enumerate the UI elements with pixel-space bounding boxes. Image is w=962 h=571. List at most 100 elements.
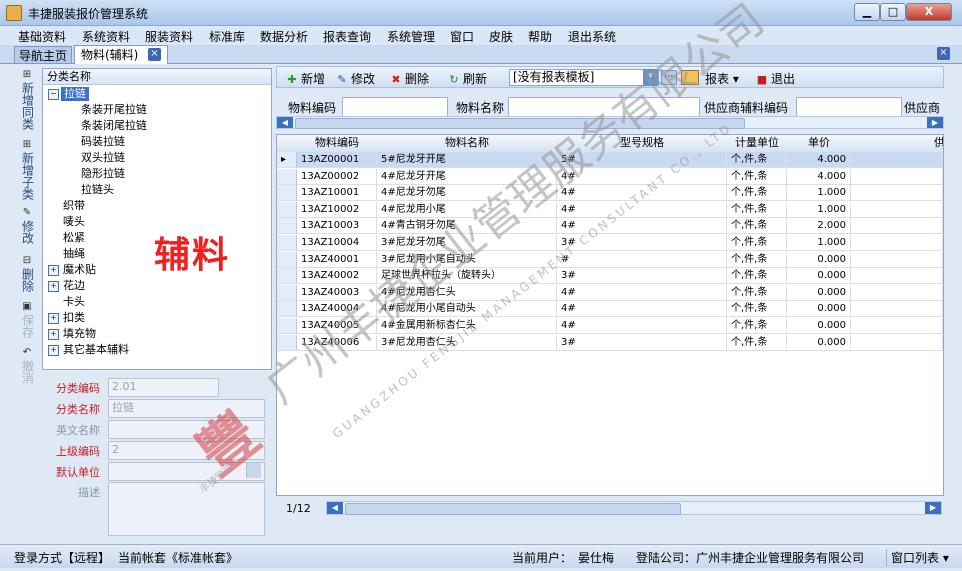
table-cell[interactable]: [851, 334, 943, 351]
menu-skin[interactable]: 皮肤: [489, 28, 513, 45]
tree-node[interactable]: 填充物: [63, 327, 96, 341]
table-cell[interactable]: [851, 201, 943, 218]
row-indicator[interactable]: [277, 235, 297, 251]
edit-toolbar-button[interactable]: ✎ 修改: [335, 70, 375, 87]
row-indicator[interactable]: [277, 251, 297, 268]
save-button[interactable]: ▣ 保存: [14, 302, 40, 341]
column-header[interactable]: 物料编码: [297, 135, 378, 153]
table-cell[interactable]: [851, 185, 943, 202]
menu-exit-system[interactable]: 退出系统: [568, 28, 616, 45]
menu-standard-library[interactable]: 标准库: [209, 28, 245, 45]
minimize-button[interactable]: ▁: [854, 3, 880, 21]
menu-system-management[interactable]: 系统管理: [387, 28, 435, 45]
scroll-right-icon[interactable]: ▶: [927, 117, 943, 128]
menu-system-data[interactable]: 系统资料: [82, 28, 130, 45]
close-window-button[interactable]: X: [906, 3, 952, 21]
table-cell[interactable]: [851, 152, 943, 168]
table-cell[interactable]: 个,件,条: [727, 185, 787, 202]
column-header[interactable]: 单价: [787, 135, 852, 153]
close-all-icon[interactable]: ×: [937, 47, 950, 60]
table-cell[interactable]: [851, 168, 943, 185]
supplier-code-input[interactable]: [796, 97, 902, 117]
row-indicator[interactable]: [277, 218, 297, 235]
table-row[interactable]: 13AZ10001 4#尼龙牙勿尾 4# 个,件,条 1.000: [277, 185, 943, 202]
menu-garment-data[interactable]: 服装资料: [145, 28, 193, 45]
tree-node[interactable]: 拉链头: [81, 183, 114, 197]
tree-node[interactable]: 隐形拉链: [81, 167, 125, 181]
table-cell[interactable]: 个,件,条: [727, 318, 787, 334]
table-cell[interactable]: 0.000: [787, 251, 851, 268]
tab-close-icon[interactable]: ×: [148, 48, 161, 61]
maximize-button[interactable]: □: [880, 3, 906, 21]
table-cell[interactable]: 4#: [557, 301, 727, 318]
column-header[interactable]: 计量单位: [727, 135, 788, 153]
table-cell[interactable]: 13AZ10003: [297, 218, 377, 235]
menu-basic-data[interactable]: 基础资料: [18, 28, 66, 45]
tab-home[interactable]: 导航主页: [14, 46, 72, 64]
table-cell[interactable]: [851, 301, 943, 318]
category-code-field[interactable]: 2.01: [108, 378, 219, 397]
tree-node[interactable]: 抽绳: [63, 247, 85, 261]
table-cell[interactable]: 0.000: [787, 334, 851, 351]
table-cell[interactable]: 个,件,条: [727, 268, 787, 285]
table-cell[interactable]: 4#: [557, 284, 727, 301]
column-header[interactable]: 供: [851, 135, 943, 153]
table-cell[interactable]: [851, 251, 943, 268]
tree-node[interactable]: 织带: [63, 199, 85, 213]
menu-data-analysis[interactable]: 数据分析: [260, 28, 308, 45]
table-cell[interactable]: [851, 268, 943, 285]
table-cell[interactable]: 2.000: [787, 218, 851, 235]
expand-icon[interactable]: +: [48, 329, 59, 340]
tree-node[interactable]: 卡头: [63, 295, 85, 309]
table-cell[interactable]: 0.000: [787, 301, 851, 318]
table-cell[interactable]: 个,件,条: [727, 284, 787, 301]
row-indicator[interactable]: [277, 268, 297, 285]
add-child-button[interactable]: ⊞ 新增子类: [14, 140, 40, 203]
tree-node[interactable]: 扣类: [63, 311, 85, 325]
table-cell[interactable]: 4.000: [787, 152, 851, 168]
row-indicator[interactable]: [277, 185, 297, 202]
table-cell[interactable]: 4#: [557, 318, 727, 334]
tree-node[interactable]: 码装拉链: [81, 135, 125, 149]
tree-node[interactable]: 花边: [63, 279, 85, 293]
row-indicator[interactable]: [277, 168, 297, 185]
table-cell[interactable]: 13AZ40001: [297, 251, 377, 268]
scrollbar-thumb[interactable]: [345, 503, 681, 515]
table-cell[interactable]: 13AZ00001: [297, 152, 377, 168]
table-cell[interactable]: 0.000: [787, 284, 851, 301]
collapse-icon[interactable]: −: [48, 89, 59, 100]
table-cell[interactable]: 个,件,条: [727, 168, 787, 185]
table-cell[interactable]: 个,件,条: [727, 235, 787, 251]
expand-icon[interactable]: +: [48, 345, 59, 356]
delete-toolbar-button[interactable]: ✖ 删除: [389, 70, 429, 87]
tree-node[interactable]: 条装开尾拉链: [81, 103, 147, 117]
table-cell[interactable]: 个,件,条: [727, 152, 787, 168]
table-cell[interactable]: 13AZ00002: [297, 168, 377, 185]
table-cell[interactable]: 个,件,条: [727, 201, 787, 218]
row-indicator[interactable]: [277, 284, 297, 301]
table-cell[interactable]: [851, 284, 943, 301]
scrollbar-thumb[interactable]: [295, 118, 745, 129]
table-cell[interactable]: 个,件,条: [727, 251, 787, 268]
tree-node[interactable]: 其它基本辅料: [63, 343, 129, 357]
edit-button[interactable]: ✎ 修改: [14, 208, 40, 247]
menu-window[interactable]: 窗口: [450, 28, 474, 45]
table-cell[interactable]: [851, 235, 943, 251]
table-cell[interactable]: 个,件,条: [727, 218, 787, 235]
scroll-left-icon[interactable]: ◀: [327, 502, 343, 514]
table-cell[interactable]: 4.000: [787, 168, 851, 185]
table-cell[interactable]: [851, 318, 943, 334]
expand-icon[interactable]: +: [48, 313, 59, 324]
tree-node[interactable]: 松紧: [63, 231, 85, 245]
tree-node-zipper[interactable]: 拉链: [61, 87, 89, 101]
material-code-input[interactable]: [342, 97, 448, 117]
table-cell[interactable]: 1.000: [787, 201, 851, 218]
table-cell[interactable]: 1.000: [787, 185, 851, 202]
table-row[interactable]: 13AZ00002 4#尼龙牙开尾 4# 个,件,条 4.000: [277, 168, 943, 185]
scroll-right-icon[interactable]: ▶: [925, 502, 941, 514]
table-cell[interactable]: [851, 218, 943, 235]
tree-node[interactable]: 唛头: [63, 215, 85, 229]
delete-button[interactable]: ⊟ 删除: [14, 256, 40, 295]
table-cell[interactable]: 13AZ10001: [297, 185, 377, 202]
table-row[interactable]: 13AZ10004 3#尼龙牙勿尾 3# 个,件,条 1.000: [277, 235, 943, 251]
